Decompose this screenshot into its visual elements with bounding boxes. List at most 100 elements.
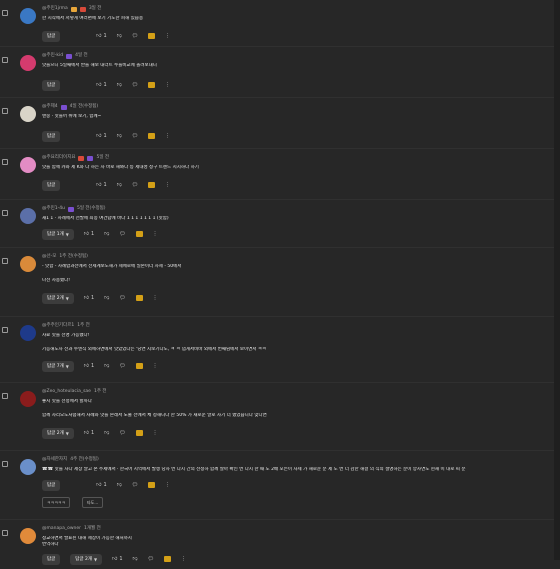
reply-icon[interactable]: 💬︎	[119, 363, 125, 369]
avatar[interactable]	[20, 8, 36, 24]
heart-icon[interactable]	[135, 363, 143, 369]
select-checkbox[interactable]	[2, 530, 8, 536]
dislike-button[interactable]: 👎︎	[117, 182, 122, 188]
dislike-button[interactable]: 👎︎	[104, 363, 109, 369]
like-button[interactable]: 👍︎ 1	[84, 231, 94, 237]
select-checkbox[interactable]	[2, 210, 8, 216]
more-options-icon[interactable]: ⋮	[165, 82, 170, 88]
avatar[interactable]	[20, 459, 36, 475]
heart-icon[interactable]	[148, 482, 156, 488]
comment-time[interactable]: 1주 전(수정됨)	[59, 254, 88, 260]
more-options-icon[interactable]: ⋮	[165, 182, 170, 188]
scrollbar-track[interactable]	[554, 0, 560, 560]
select-checkbox[interactable]	[2, 108, 8, 114]
more-options-icon[interactable]: ⋮	[165, 133, 170, 139]
dislike-button[interactable]: 👎︎	[104, 231, 109, 237]
select-checkbox[interactable]	[2, 57, 8, 63]
avatar[interactable]	[20, 157, 36, 173]
reply-icon[interactable]: 💬︎	[132, 482, 138, 488]
comment-author[interactable]: @주민1-4u	[42, 206, 65, 212]
heart-icon[interactable]	[163, 556, 171, 562]
comment-author[interactable]: @선-모	[42, 254, 56, 260]
avatar[interactable]	[20, 391, 36, 407]
dislike-button[interactable]: 👎︎	[117, 82, 122, 88]
heart-icon[interactable]	[135, 430, 143, 436]
more-options-icon[interactable]: ⋮	[165, 33, 170, 39]
comment-author[interactable]: @자세한자지	[42, 457, 67, 463]
heart-icon[interactable]	[148, 182, 156, 188]
reply-icon[interactable]: 💬︎	[132, 182, 138, 188]
view-replies-button[interactable]: 답글 7개 ▼	[42, 360, 74, 372]
select-checkbox[interactable]	[2, 10, 8, 16]
reply-button[interactable]: 답글	[42, 79, 61, 91]
like-button[interactable]: 👍︎ 1	[96, 182, 106, 188]
avatar[interactable]	[20, 325, 36, 341]
reply-chip[interactable]: ㅋㅋㅋㅋㅋ	[42, 497, 71, 508]
view-replies-button[interactable]: 답글 2개 ▼	[42, 427, 74, 439]
comment-time[interactable]: 1주 전	[94, 389, 107, 395]
comment-time[interactable]: 5일 전	[96, 155, 109, 161]
more-options-icon[interactable]: ⋮	[153, 295, 158, 301]
select-checkbox[interactable]	[2, 258, 8, 264]
reply-icon[interactable]: 💬︎	[132, 82, 138, 88]
select-checkbox[interactable]	[2, 461, 8, 467]
reply-icon[interactable]: 💬︎	[119, 430, 125, 436]
reply-chip[interactable]: 타도...	[82, 497, 104, 508]
comment-author[interactable]: @주민-kid	[42, 53, 63, 59]
comment-time[interactable]: 3일 전	[89, 6, 102, 12]
reply-button[interactable]: 답글	[42, 553, 61, 565]
reply-button[interactable]: 답글	[42, 479, 61, 491]
dislike-button[interactable]: 👎︎	[133, 556, 138, 562]
dislike-button[interactable]: 👎︎	[117, 133, 122, 139]
more-options-icon[interactable]: ⋮	[153, 430, 158, 436]
comment-time[interactable]: 4일 전(수정됨)	[70, 104, 99, 110]
more-options-icon[interactable]: ⋮	[153, 231, 158, 237]
comment-time[interactable]: 1개월 전	[84, 526, 101, 532]
avatar[interactable]	[20, 528, 36, 544]
like-button[interactable]: 👍︎ 1	[84, 295, 94, 301]
select-checkbox[interactable]	[2, 327, 8, 333]
like-button[interactable]: 👍︎ 1	[84, 430, 94, 436]
comment-time[interactable]: 4주 전(수정됨)	[70, 457, 99, 463]
comment-author[interactable]: @주주인기다르1	[42, 323, 74, 329]
reply-icon[interactable]: 💬︎	[132, 133, 138, 139]
like-button[interactable]: 👍︎ 1	[96, 482, 106, 488]
reply-button[interactable]: 답글	[42, 30, 61, 42]
avatar[interactable]	[20, 208, 36, 224]
dislike-button[interactable]: 👎︎	[104, 295, 109, 301]
avatar[interactable]	[20, 55, 36, 71]
heart-icon[interactable]	[135, 295, 143, 301]
select-checkbox[interactable]	[2, 393, 8, 399]
reply-icon[interactable]: 💬︎	[148, 556, 154, 562]
reply-icon[interactable]: 💬︎	[119, 295, 125, 301]
reply-icon[interactable]: 💬︎	[132, 33, 138, 39]
dislike-button[interactable]: 👎︎	[117, 482, 122, 488]
dislike-button[interactable]: 👎︎	[104, 430, 109, 436]
comment-time[interactable]: 5일 전(수정됨)	[77, 206, 106, 212]
avatar[interactable]	[20, 106, 36, 122]
view-replies-button[interactable]: 답글 1개 ▼	[42, 228, 74, 240]
heart-icon[interactable]	[148, 82, 156, 88]
more-options-icon[interactable]: ⋮	[165, 482, 170, 488]
heart-icon[interactable]	[148, 133, 156, 139]
more-options-icon[interactable]: ⋮	[153, 363, 158, 369]
heart-icon[interactable]	[135, 231, 143, 237]
comment-author[interactable]: @주민1jrma	[42, 6, 68, 12]
comment-time[interactable]: 1주 전	[77, 323, 90, 329]
comment-author[interactable]: @주제4	[42, 104, 58, 110]
reply-button[interactable]: 답글	[42, 130, 61, 142]
like-button[interactable]: 👍︎ 1	[96, 33, 106, 39]
like-button[interactable]: 👍︎ 1	[112, 556, 122, 562]
like-button[interactable]: 👍︎ 1	[84, 363, 94, 369]
avatar[interactable]	[20, 256, 36, 272]
comment-author[interactable]: @Zeo_hoteulacia_sae	[42, 389, 91, 395]
heart-icon[interactable]	[148, 33, 156, 39]
reply-icon[interactable]: 💬︎	[119, 231, 125, 237]
like-button[interactable]: 👍︎ 1	[96, 82, 106, 88]
like-button[interactable]: 👍︎ 1	[96, 133, 106, 139]
more-options-icon[interactable]: ⋮	[181, 556, 186, 562]
comment-author[interactable]: @manapa_owner	[42, 526, 81, 532]
comment-time[interactable]: 4일 전	[75, 53, 88, 59]
reply-button[interactable]: 답글	[42, 179, 61, 191]
view-replies-button[interactable]: 답글 2개 ▼	[42, 292, 74, 304]
